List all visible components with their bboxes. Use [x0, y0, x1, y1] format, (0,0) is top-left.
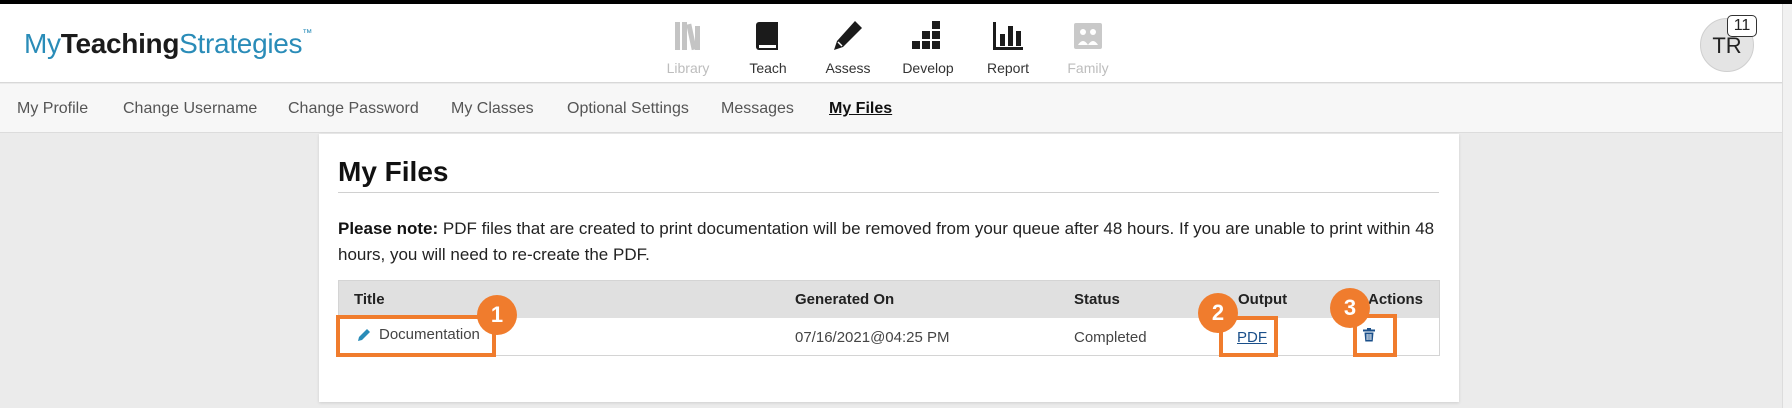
book-icon [756, 22, 778, 50]
nav-library[interactable]: Library [648, 16, 728, 76]
app-logo[interactable]: MyTeachingStrategies™ [24, 28, 312, 60]
step-marker-3: 3 [1330, 288, 1370, 328]
step-marker-2: 2 [1198, 293, 1238, 333]
col-output: Output [1238, 291, 1288, 308]
subnav-change-password[interactable]: Change Password [288, 100, 419, 118]
subnav-my-profile[interactable]: My Profile [17, 100, 88, 118]
account-subnav: My Profile Change Username Change Passwo… [0, 84, 1782, 133]
main-nav: Library Teach Assess Develop Report Fami… [648, 16, 1128, 76]
status-value: Completed [1074, 329, 1147, 346]
library-icon [675, 22, 700, 51]
col-status: Status [1074, 291, 1120, 308]
nav-family[interactable]: Family [1048, 16, 1128, 76]
bar-chart-icon [993, 22, 1023, 50]
blocks-icon [912, 21, 940, 49]
page-scrollbar[interactable] [1782, 4, 1792, 408]
highlight-documentation [336, 315, 496, 357]
subnav-optional-settings[interactable]: Optional Settings [567, 100, 689, 118]
subnav-my-classes[interactable]: My Classes [451, 100, 534, 118]
page-title: My Files [338, 156, 449, 187]
nav-develop[interactable]: Develop [888, 16, 968, 76]
subnav-my-files[interactable]: My Files [829, 100, 892, 118]
nav-teach[interactable]: Teach [728, 16, 808, 76]
my-files-panel: My Files Please note: PDF files that are… [319, 134, 1459, 402]
generated-on-value: 07/16/2021@04:25 PM [795, 329, 950, 346]
subnav-change-username[interactable]: Change Username [123, 100, 257, 118]
col-title: Title [354, 291, 385, 308]
subnav-messages[interactable]: Messages [721, 100, 794, 118]
step-marker-1: 1 [477, 295, 517, 335]
notification-badge[interactable]: 11 [1727, 15, 1757, 37]
pencil-icon [834, 21, 862, 50]
col-generated-on: Generated On [795, 291, 895, 308]
title-divider [338, 192, 1439, 193]
retention-note: Please note: PDF files that are created … [338, 219, 1435, 264]
col-actions: Actions [1368, 291, 1424, 308]
family-photo-icon [1074, 23, 1102, 49]
nav-assess[interactable]: Assess [808, 16, 888, 76]
app-header: MyTeachingStrategies™ Library Teach Asse… [0, 4, 1782, 83]
nav-report[interactable]: Report [968, 16, 1048, 76]
